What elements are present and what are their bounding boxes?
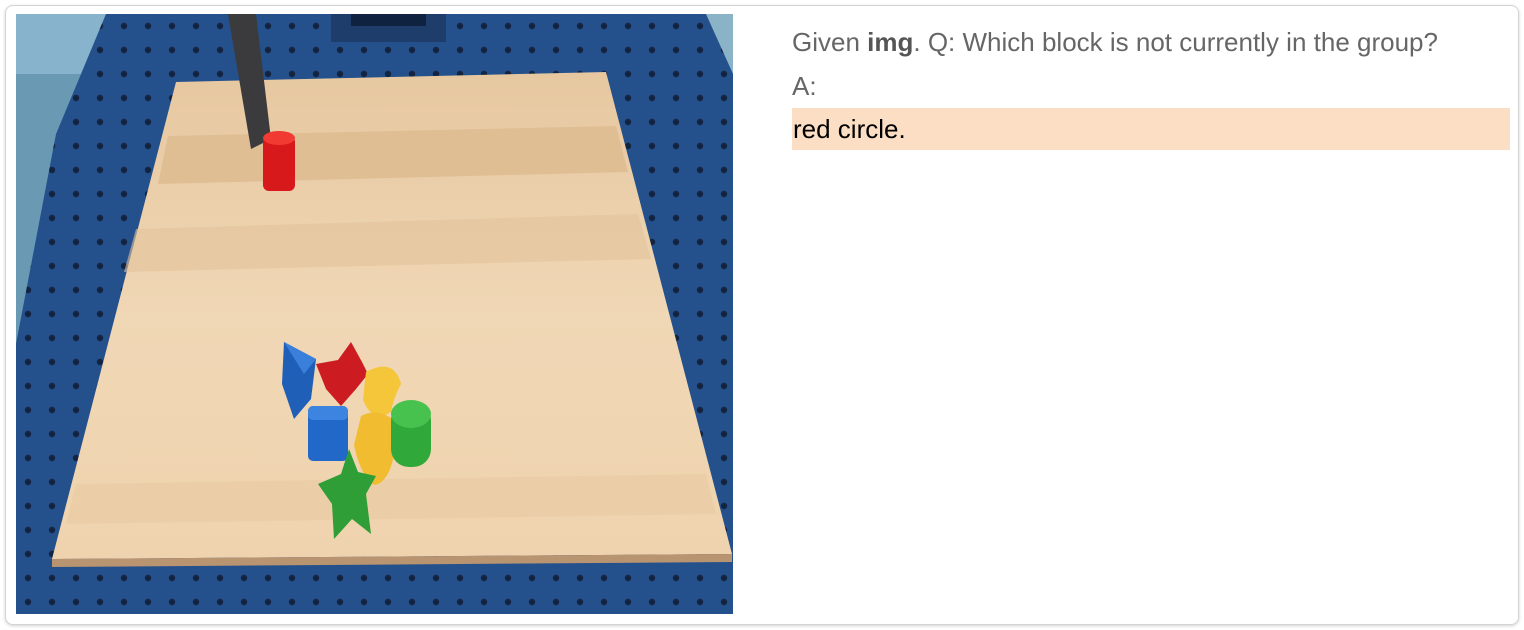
red-circle-block (263, 131, 295, 191)
answer-label: A: (792, 71, 817, 101)
answer-text: red circle. (792, 108, 1510, 150)
example-card: Given img. Q: Which block is not current… (5, 5, 1519, 625)
scene-image (16, 14, 733, 614)
image-token: img (867, 27, 914, 57)
question: . Q: Which block is not currently in the… (913, 27, 1438, 57)
question-text: Given img. Q: Which block is not current… (792, 20, 1510, 64)
qa-panel: Given img. Q: Which block is not current… (792, 20, 1510, 150)
prompt-prefix: Given (792, 27, 860, 57)
